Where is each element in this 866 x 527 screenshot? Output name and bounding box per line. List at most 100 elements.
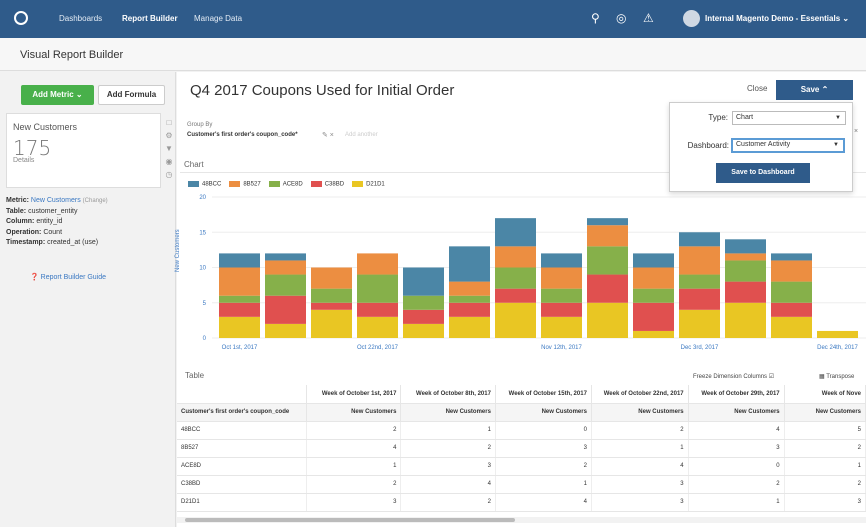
group-by-value[interactable]: Customer's first order's coupon_code* [187, 132, 298, 138]
bar-segment[interactable] [357, 253, 398, 275]
bar-segment[interactable] [633, 330, 674, 338]
add-metric-button[interactable]: Add Metric ⌄ [21, 85, 94, 105]
bar-segment[interactable] [219, 316, 260, 338]
bar-segment[interactable] [771, 281, 812, 303]
metric-column-header[interactable]: New Customers [784, 403, 866, 422]
horizontal-scrollbar[interactable] [177, 517, 866, 523]
legend-item[interactable]: D21D1 [352, 181, 385, 188]
bar-segment[interactable] [541, 302, 582, 317]
metric-column-header[interactable]: New Customers [306, 403, 402, 422]
bar-segment[interactable] [449, 316, 490, 338]
bar-segment[interactable] [219, 253, 260, 268]
legend-item[interactable]: 48BCC [188, 181, 221, 188]
bar-segment[interactable] [771, 260, 812, 282]
bar-segment[interactable] [219, 295, 260, 303]
bar-segment[interactable] [357, 274, 398, 303]
dimension-header[interactable]: Customer's first order's coupon_code [177, 403, 308, 422]
bar-segment[interactable] [403, 323, 444, 338]
report-builder-guide-link[interactable]: ❓ Report Builder Guide [30, 273, 106, 281]
bar-segment[interactable] [449, 295, 490, 303]
metric-column-header[interactable]: New Customers [591, 403, 689, 422]
bar-segment[interactable] [403, 295, 444, 310]
transpose-button[interactable]: ▦ Transpose [819, 373, 854, 380]
metric-column-header[interactable]: New Customers [400, 403, 496, 422]
dashboard-select[interactable]: Customer Activity ▼ [731, 138, 845, 153]
search-icon[interactable]: ⚲ [591, 11, 600, 25]
bar-segment[interactable] [587, 302, 628, 338]
bar-segment[interactable] [265, 274, 306, 296]
bar-segment[interactable] [587, 218, 628, 226]
bar-segment[interactable] [495, 218, 536, 247]
save-to-dashboard-button[interactable]: Save to Dashboard [716, 163, 810, 183]
avatar[interactable] [683, 10, 700, 27]
metric-details-link[interactable]: Details [13, 157, 34, 164]
bar-segment[interactable] [679, 274, 720, 289]
metric-column-header[interactable]: New Customers [688, 403, 785, 422]
bar-segment[interactable] [265, 323, 306, 338]
bar-segment[interactable] [403, 309, 444, 324]
bar-segment[interactable] [679, 309, 720, 338]
bar-segment[interactable] [495, 302, 536, 338]
metric-column-header[interactable]: New Customers [495, 403, 592, 422]
bar-segment[interactable] [495, 246, 536, 268]
bar-segment[interactable] [219, 267, 260, 296]
bar-segment[interactable] [541, 316, 582, 338]
close-icon[interactable]: × [854, 128, 858, 135]
change-metric-link[interactable]: (Change) [83, 198, 108, 204]
legend-item[interactable]: C38BD [310, 181, 344, 188]
metric-link[interactable]: New Customers [31, 197, 81, 204]
bar-segment[interactable] [265, 295, 306, 324]
copy-icon[interactable]: □ [163, 118, 175, 131]
bell-icon[interactable]: ⚠ [643, 11, 654, 25]
bar-segment[interactable] [357, 302, 398, 317]
bar-segment[interactable] [311, 267, 352, 289]
report-title[interactable]: Q4 2017 Coupons Used for Initial Order [190, 82, 454, 99]
bar-segment[interactable] [725, 239, 766, 254]
type-select[interactable]: Chart ▼ [732, 111, 846, 125]
bar-segment[interactable] [725, 253, 766, 261]
bar-segment[interactable] [587, 274, 628, 303]
bar-segment[interactable] [449, 302, 490, 317]
bar-segment[interactable] [817, 330, 858, 338]
bar-segment[interactable] [311, 302, 352, 310]
nav-manage-data[interactable]: Manage Data [194, 14, 242, 23]
bar-segment[interactable] [587, 246, 628, 275]
nav-report-builder[interactable]: Report Builder [122, 14, 178, 23]
bar-segment[interactable] [541, 253, 582, 268]
bar-segment[interactable] [219, 302, 260, 317]
bar-segment[interactable] [725, 302, 766, 338]
group-by-edit-icon[interactable]: ✎ × [322, 131, 334, 139]
add-formula-button[interactable]: Add Formula [98, 85, 165, 105]
bar-segment[interactable] [679, 246, 720, 275]
bar-segment[interactable] [771, 316, 812, 338]
bar-segment[interactable] [541, 267, 582, 289]
bar-segment[interactable] [311, 309, 352, 338]
visibility-icon[interactable]: ◉ [163, 157, 175, 170]
settings-icon[interactable]: ⚙ [163, 131, 175, 144]
bar-segment[interactable] [449, 246, 490, 282]
bar-segment[interactable] [403, 267, 444, 296]
account-menu[interactable]: Internal Magento Demo - Essentials ⌄ [705, 14, 849, 23]
bar-segment[interactable] [679, 232, 720, 247]
bar-segment[interactable] [633, 253, 674, 268]
bar-segment[interactable] [725, 260, 766, 282]
bar-segment[interactable] [587, 225, 628, 247]
bar-segment[interactable] [633, 288, 674, 303]
bar-segment[interactable] [633, 267, 674, 289]
filter-icon[interactable]: ▼ [163, 144, 175, 157]
bar-segment[interactable] [679, 288, 720, 310]
bar-segment[interactable] [265, 260, 306, 275]
bar-segment[interactable] [495, 288, 536, 303]
bar-segment[interactable] [265, 253, 306, 261]
nav-dashboards[interactable]: Dashboards [59, 14, 102, 23]
save-button[interactable]: Save ⌃ [776, 80, 853, 100]
metric-card[interactable]: New Customers 175 Details [6, 113, 161, 188]
bar-segment[interactable] [725, 281, 766, 303]
close-button[interactable]: Close [747, 84, 767, 93]
bar-segment[interactable] [771, 253, 812, 261]
bar-segment[interactable] [771, 302, 812, 317]
bar-segment[interactable] [357, 316, 398, 338]
scrollbar-thumb[interactable] [185, 518, 515, 522]
group-by-add-input[interactable]: Add another [345, 132, 378, 138]
bar-segment[interactable] [633, 302, 674, 331]
